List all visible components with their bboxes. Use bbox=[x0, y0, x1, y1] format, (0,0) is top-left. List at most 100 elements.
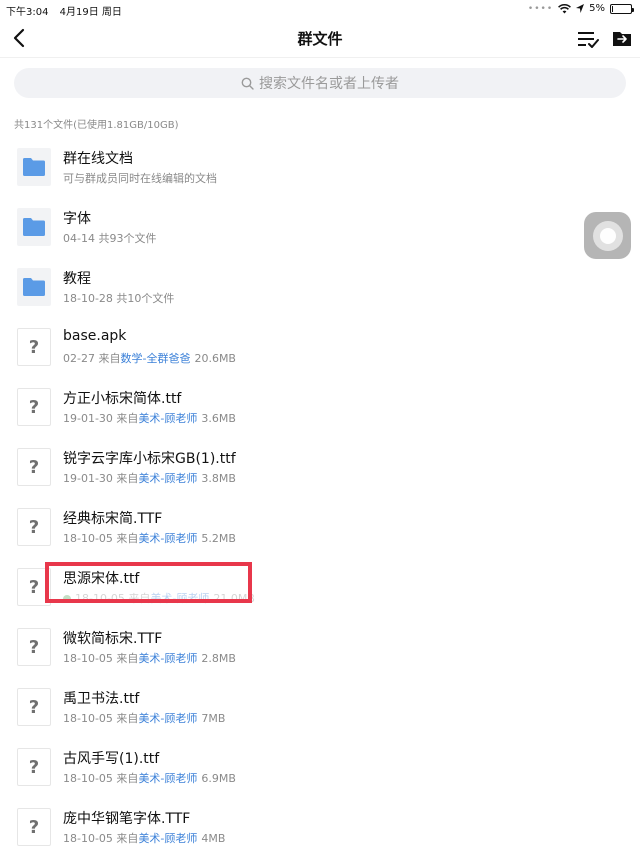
uploader-link[interactable]: 数学-全群爸爸 bbox=[120, 352, 190, 365]
file-meta: 04-14 共93个文件 bbox=[63, 230, 156, 246]
file-meta: 18-10-05 来自美术-顾老师 21.0MB bbox=[63, 590, 255, 606]
file-name: base.apk bbox=[63, 328, 127, 344]
unknown-file-icon: ? bbox=[17, 748, 51, 786]
folder-row[interactable]: 字体 04-14 共93个文件 bbox=[0, 188, 640, 248]
file-row[interactable]: ? 经典标宋简.TTF 18-10-05 来自美术-顾老师 5.2MB bbox=[0, 488, 640, 548]
file-name: 禹卫书法.ttf bbox=[63, 691, 140, 707]
file-meta: 18-10-05 来自美术-顾老师 4MB bbox=[63, 830, 225, 846]
wifi-icon bbox=[558, 3, 572, 13]
file-name: 思源宋体.ttf bbox=[63, 571, 140, 587]
uploader-link[interactable]: 美术-顾老师 bbox=[150, 592, 209, 605]
file-date: 18-10-28 共10个文件 bbox=[63, 292, 175, 305]
file-name: 庞中华钢笔字体.TTF bbox=[63, 811, 191, 827]
file-name: 经典标宋简.TTF bbox=[63, 511, 163, 527]
file-date: 19-01-30 来自 bbox=[63, 412, 139, 425]
file-meta: 18-10-05 来自美术-顾老师 5.2MB bbox=[63, 530, 236, 546]
uploader-link[interactable]: 美术-顾老师 bbox=[138, 472, 197, 485]
file-date: 18-10-05 来自 bbox=[63, 652, 139, 665]
file-name: 方正小标宋简体.ttf bbox=[63, 391, 182, 407]
file-name: 教程 bbox=[63, 271, 91, 287]
assistive-touch-button[interactable] bbox=[584, 212, 631, 259]
page-title: 群文件 bbox=[297, 30, 343, 48]
file-size: 3.6MB bbox=[201, 412, 236, 425]
unknown-file-icon: ? bbox=[17, 628, 51, 666]
file-row[interactable]: ? 锐字云字库小标宋GB(1).ttf 19-01-30 来自美术-顾老师 3.8MB bbox=[0, 428, 640, 488]
file-date: 18-10-05 来自 bbox=[75, 592, 151, 605]
location-icon bbox=[576, 4, 585, 13]
file-date: 04-14 共93个文件 bbox=[63, 232, 157, 245]
file-row[interactable]: ? 方正小标宋简体.ttf 19-01-30 来自美术-顾老师 3.6MB bbox=[0, 368, 640, 428]
uploader-link[interactable]: 美术-顾老师 bbox=[138, 532, 197, 545]
file-row[interactable]: ? base.apk 02-27 来自数学-全群爸爸 20.6MB bbox=[0, 308, 640, 368]
folder-row[interactable]: 群在线文档可与群成员同时在线编辑的文档 bbox=[0, 128, 640, 188]
folder-row[interactable]: 教程 18-10-28 共10个文件 bbox=[0, 248, 640, 308]
unknown-file-icon: ? bbox=[17, 328, 51, 366]
file-row[interactable]: ? 禹卫书法.ttf 18-10-05 来自美术-顾老师 7MB bbox=[0, 668, 640, 728]
file-name: 古风手写(1).ttf bbox=[63, 751, 160, 767]
unknown-file-icon: ? bbox=[17, 808, 51, 846]
uploader-link[interactable]: 美术-顾老师 bbox=[138, 652, 197, 665]
uploader-link[interactable]: 美术-顾老师 bbox=[138, 712, 197, 725]
file-meta: 02-27 来自数学-全群爸爸 20.6MB bbox=[63, 350, 236, 366]
unknown-file-icon: ? bbox=[17, 448, 51, 486]
search-input[interactable]: 搜索文件名或者上传者 bbox=[14, 68, 626, 98]
file-row[interactable]: ? 微软简标宋.TTF 18-10-05 来自美术-顾老师 2.8MB bbox=[0, 608, 640, 668]
file-name: 字体 bbox=[63, 211, 91, 227]
search-placeholder: 搜索文件名或者上传者 bbox=[259, 76, 399, 92]
file-meta: 可与群成员同时在线编辑的文档 bbox=[63, 170, 217, 186]
sort-list-icon bbox=[578, 32, 599, 48]
status-bar: 下午3:04 4月19日 周日 •••• 5% bbox=[0, 0, 640, 18]
file-size: 4MB bbox=[201, 832, 226, 845]
file-meta: 19-01-30 来自美术-顾老师 3.6MB bbox=[63, 410, 236, 426]
file-meta: 19-01-30 来自美术-顾老师 3.8MB bbox=[63, 470, 236, 486]
uploader-link[interactable]: 美术-顾老师 bbox=[138, 412, 197, 425]
file-date: 18-10-05 来自 bbox=[63, 832, 139, 845]
uploader-link[interactable]: 美术-顾老师 bbox=[138, 772, 197, 785]
sort-button[interactable] bbox=[577, 28, 599, 50]
file-size: 2.8MB bbox=[201, 652, 236, 665]
file-meta: 18-10-05 来自美术-顾老师 2.8MB bbox=[63, 650, 236, 666]
file-name: 群在线文档 bbox=[63, 151, 133, 167]
file-meta: 18-10-05 来自美术-顾老师 6.9MB bbox=[63, 770, 236, 786]
signal-dots-icon: •••• bbox=[527, 3, 554, 14]
download-status-icon bbox=[63, 595, 71, 603]
status-right: •••• 5% bbox=[527, 3, 634, 14]
unknown-file-icon: ? bbox=[17, 508, 51, 546]
file-size: 21.0MB bbox=[213, 592, 255, 605]
file-name: 微软简标宋.TTF bbox=[63, 631, 163, 647]
file-size: 7MB bbox=[201, 712, 226, 725]
battery-level bbox=[612, 5, 613, 12]
file-date: 19-01-30 来自 bbox=[63, 472, 139, 485]
uploader-link[interactable]: 美术-顾老师 bbox=[138, 832, 197, 845]
file-date: 02-27 来自 bbox=[63, 352, 121, 365]
file-size: 6.9MB bbox=[201, 772, 236, 785]
file-row[interactable]: ? 思源宋体.ttf 18-10-05 来自美术-顾老师 21.0MB bbox=[0, 548, 640, 608]
folder-icon bbox=[17, 208, 51, 246]
folder-transfer-icon bbox=[613, 32, 631, 46]
file-list: 群在线文档可与群成员同时在线编辑的文档 字体 04-14 共93个文件 教程 18-10… bbox=[0, 128, 640, 848]
file-size: 20.6MB bbox=[194, 352, 236, 365]
file-date: 18-10-05 来自 bbox=[63, 532, 139, 545]
file-date: 可与群成员同时在线编辑的文档 bbox=[63, 172, 217, 185]
file-date: 18-10-05 来自 bbox=[63, 772, 139, 785]
battery-percent: 5% bbox=[589, 3, 605, 14]
file-row[interactable]: ? 古风手写(1).ttf 18-10-05 来自美术-顾老师 6.9MB bbox=[0, 728, 640, 788]
file-row[interactable]: ? 庞中华钢笔字体.TTF 18-10-05 来自美术-顾老师 4MB bbox=[0, 788, 640, 848]
status-left: 下午3:04 4月19日 周日 bbox=[6, 3, 130, 18]
folder-transfer-button[interactable] bbox=[612, 29, 632, 49]
unknown-file-icon: ? bbox=[17, 388, 51, 426]
file-size: 3.8MB bbox=[201, 472, 236, 485]
search-icon bbox=[241, 77, 254, 90]
folder-icon bbox=[17, 268, 51, 306]
file-size: 5.2MB bbox=[201, 532, 236, 545]
unknown-file-icon: ? bbox=[17, 688, 51, 726]
status-date: 4月19日 周日 bbox=[59, 7, 122, 18]
assistive-touch-icon bbox=[592, 220, 623, 251]
file-date: 18-10-05 来自 bbox=[63, 712, 139, 725]
battery-icon bbox=[610, 3, 634, 14]
nav-bar: 群文件 bbox=[0, 18, 640, 58]
file-meta: 18-10-05 来自美术-顾老师 7MB bbox=[63, 710, 225, 726]
status-time: 下午3:04 bbox=[6, 7, 49, 18]
file-name: 锐字云字库小标宋GB(1).ttf bbox=[63, 451, 236, 467]
folder-icon bbox=[17, 148, 51, 186]
